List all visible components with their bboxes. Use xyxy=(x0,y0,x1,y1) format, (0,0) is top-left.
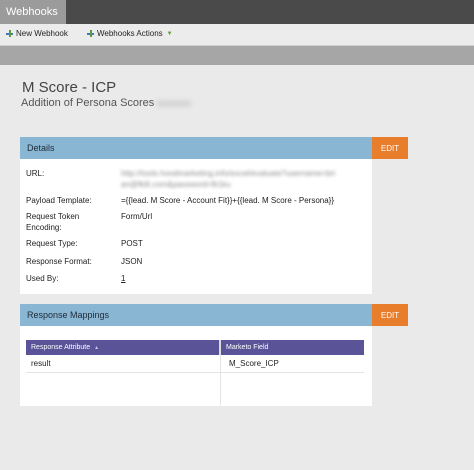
actions-plus-icon xyxy=(86,29,95,38)
details-edit-button[interactable]: EDIT xyxy=(372,137,408,159)
request-token-label: Request Token xyxy=(26,212,80,221)
request-type-label: Request Type: xyxy=(26,239,78,248)
used-by-link[interactable]: 1 xyxy=(121,274,125,283)
sort-ascending-icon: ▲ xyxy=(94,345,100,351)
add-plus-icon xyxy=(5,29,14,38)
response-mappings-edit-button[interactable]: EDIT xyxy=(372,304,408,326)
payload-template-value: ={{lead. M Score - Account Fit}}+{{lead.… xyxy=(121,196,335,205)
used-by-label: Used By: xyxy=(26,274,59,283)
url-label: URL: xyxy=(26,169,45,178)
new-webhook-button[interactable]: New Webhook xyxy=(5,29,68,38)
column-header-response-attribute[interactable]: Response Attribute ▲ xyxy=(26,340,220,355)
redacted-text xyxy=(157,100,191,107)
page-subtitle: Addition of Persona Scores xyxy=(21,97,155,109)
chevron-down-icon: ▼ xyxy=(166,30,173,37)
column-divider xyxy=(220,355,221,405)
new-webhook-label: New Webhook xyxy=(16,29,68,38)
response-mappings-panel: Response Mappings xyxy=(20,304,372,406)
page-title: M Score - ICP xyxy=(22,79,117,96)
tab-webhooks[interactable]: Webhooks xyxy=(0,0,66,24)
request-type-value: POST xyxy=(121,239,143,248)
mapping-field-cell: M_Score_ICP xyxy=(229,359,279,368)
url-value-line1: http://tools.hoodmarketing.info/excel/ev… xyxy=(121,169,336,178)
mapping-attribute-cell: result xyxy=(31,359,51,368)
payload-template-label: Payload Template: xyxy=(26,196,92,205)
details-panel: Details URL: http://tools.hoodmarketing.… xyxy=(20,137,372,294)
webhooks-actions-button[interactable]: Webhooks Actions ▼ xyxy=(86,29,173,38)
tab-bar: Webhooks xyxy=(0,0,474,24)
details-heading: Details xyxy=(20,137,372,159)
encoding-label: Encoding: xyxy=(26,223,62,232)
url-value-line2: an@fkilt.com&password=fk1ku xyxy=(121,180,231,189)
column-header-response-attribute-label: Response Attribute xyxy=(31,344,91,351)
response-format-label: Response Format: xyxy=(26,257,92,266)
toolbar: New Webhook Webhooks Actions ▼ xyxy=(0,24,474,46)
header-bar xyxy=(0,46,474,65)
response-mappings-heading: Response Mappings xyxy=(20,304,372,326)
table-row-divider xyxy=(26,372,364,373)
column-header-marketo-field[interactable]: Marketo Field xyxy=(221,340,364,355)
response-format-value: JSON xyxy=(121,257,143,266)
webhooks-actions-label: Webhooks Actions xyxy=(97,29,163,38)
request-token-value: Form/Url xyxy=(121,212,153,221)
